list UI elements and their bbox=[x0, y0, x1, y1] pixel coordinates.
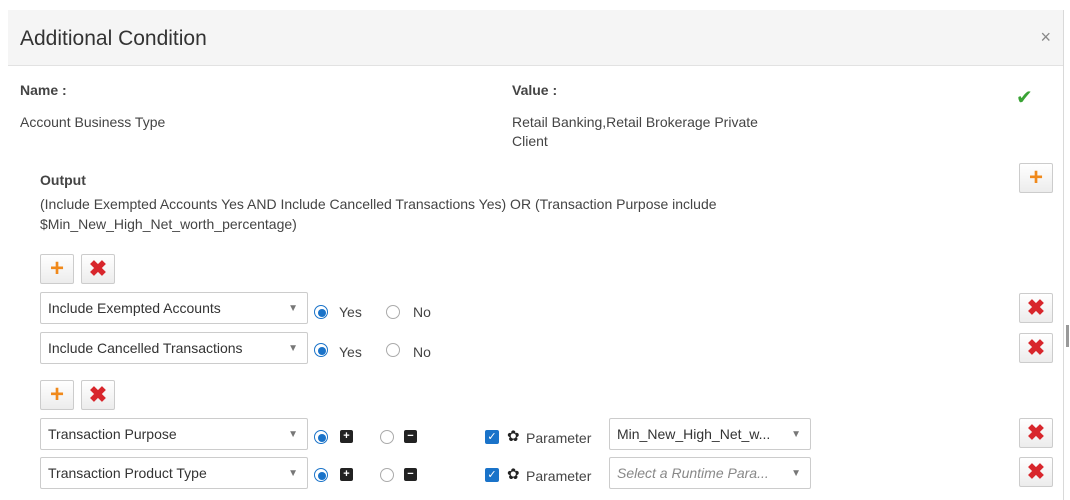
radio-include[interactable] bbox=[314, 430, 328, 444]
radio-yes[interactable] bbox=[314, 343, 328, 357]
plus-icon: + bbox=[1028, 164, 1043, 191]
close-icon[interactable]: × bbox=[1040, 27, 1051, 48]
remove-icon: ✖ bbox=[88, 256, 108, 281]
runtime-parameter-select[interactable]: Select a Runtime Para... ▼ bbox=[609, 457, 811, 489]
scrollbar[interactable] bbox=[1066, 325, 1069, 347]
name-value: Account Business Type bbox=[20, 114, 166, 130]
exclude-icon: − bbox=[404, 468, 417, 481]
top-strip bbox=[0, 0, 1070, 10]
exclude-icon: − bbox=[404, 430, 417, 443]
chevron-down-icon: ▼ bbox=[288, 303, 298, 314]
condition-field-select[interactable]: Transaction Purpose ▼ bbox=[40, 418, 308, 450]
group2-delete-button[interactable]: ✖ bbox=[81, 380, 115, 410]
select-value: Min_New_High_Net_w... bbox=[617, 426, 771, 442]
radio-yes-label: Yes bbox=[339, 304, 362, 320]
confirm-check-icon[interactable]: ✔ bbox=[1016, 85, 1033, 110]
chevron-down-icon: ▼ bbox=[288, 343, 298, 354]
output-expression-line2: $Min_New_High_Net_worth_percentage) bbox=[40, 216, 297, 232]
parameter-checkbox[interactable]: ✓ bbox=[485, 430, 499, 444]
name-label: Name : bbox=[20, 82, 67, 98]
radio-no-label: No bbox=[413, 304, 431, 320]
radio-no[interactable] bbox=[386, 343, 400, 357]
dialog-border bbox=[1063, 10, 1064, 500]
select-value: Include Cancelled Transactions bbox=[48, 340, 243, 356]
include-icon: + bbox=[340, 468, 353, 481]
condition-field-select[interactable]: Include Cancelled Transactions ▼ bbox=[40, 332, 308, 364]
value-text-line1: Retail Banking,Retail Brokerage Private bbox=[512, 114, 758, 130]
radio-no-label: No bbox=[413, 344, 431, 360]
delete-row-button[interactable]: ✖ bbox=[1019, 293, 1053, 323]
select-value: Transaction Product Type bbox=[48, 465, 207, 481]
include-icon: + bbox=[340, 430, 353, 443]
select-value: Transaction Purpose bbox=[48, 426, 177, 442]
select-placeholder: Select a Runtime Para... bbox=[617, 465, 769, 481]
delete-row-button[interactable]: ✖ bbox=[1019, 418, 1053, 448]
radio-include[interactable] bbox=[314, 468, 328, 482]
condition-field-select[interactable]: Include Exempted Accounts ▼ bbox=[40, 292, 308, 324]
runtime-parameter-select[interactable]: Min_New_High_Net_w... ▼ bbox=[609, 418, 811, 450]
group1-add-button[interactable]: + bbox=[40, 254, 74, 284]
parameter-label: Parameter bbox=[526, 468, 592, 484]
remove-icon: ✖ bbox=[1026, 420, 1046, 445]
radio-yes[interactable] bbox=[314, 305, 328, 319]
radio-yes-label: Yes bbox=[339, 344, 362, 360]
add-group-button[interactable]: + bbox=[1019, 163, 1053, 193]
plus-icon: + bbox=[49, 381, 64, 408]
remove-icon: ✖ bbox=[1026, 459, 1046, 484]
parameter-label: Parameter bbox=[526, 430, 592, 446]
select-value: Include Exempted Accounts bbox=[48, 300, 221, 316]
plus-icon: + bbox=[49, 255, 64, 282]
remove-icon: ✖ bbox=[1026, 295, 1046, 320]
group2-add-button[interactable]: + bbox=[40, 380, 74, 410]
condition-field-select[interactable]: Transaction Product Type ▼ bbox=[40, 457, 308, 489]
remove-icon: ✖ bbox=[1026, 335, 1046, 360]
chevron-down-icon: ▼ bbox=[288, 468, 298, 479]
radio-no[interactable] bbox=[386, 305, 400, 319]
gear-icon: ✿ bbox=[507, 428, 520, 445]
chevron-down-icon: ▼ bbox=[288, 429, 298, 440]
value-label: Value : bbox=[512, 82, 558, 98]
remove-icon: ✖ bbox=[88, 382, 108, 407]
group1-delete-button[interactable]: ✖ bbox=[81, 254, 115, 284]
delete-row-button[interactable]: ✖ bbox=[1019, 333, 1053, 363]
gear-icon: ✿ bbox=[507, 466, 520, 483]
dialog-title: Additional Condition bbox=[20, 27, 207, 50]
delete-row-button[interactable]: ✖ bbox=[1019, 457, 1053, 487]
output-label: Output bbox=[40, 172, 86, 188]
chevron-down-icon: ▼ bbox=[791, 468, 801, 479]
output-expression-line1: (Include Exempted Accounts Yes AND Inclu… bbox=[40, 196, 717, 212]
parameter-checkbox[interactable]: ✓ bbox=[485, 468, 499, 482]
radio-exclude[interactable] bbox=[380, 468, 394, 482]
dialog-header: Additional Condition × bbox=[8, 10, 1063, 66]
chevron-down-icon: ▼ bbox=[791, 429, 801, 440]
radio-exclude[interactable] bbox=[380, 430, 394, 444]
value-text-line2: Client bbox=[512, 133, 548, 149]
